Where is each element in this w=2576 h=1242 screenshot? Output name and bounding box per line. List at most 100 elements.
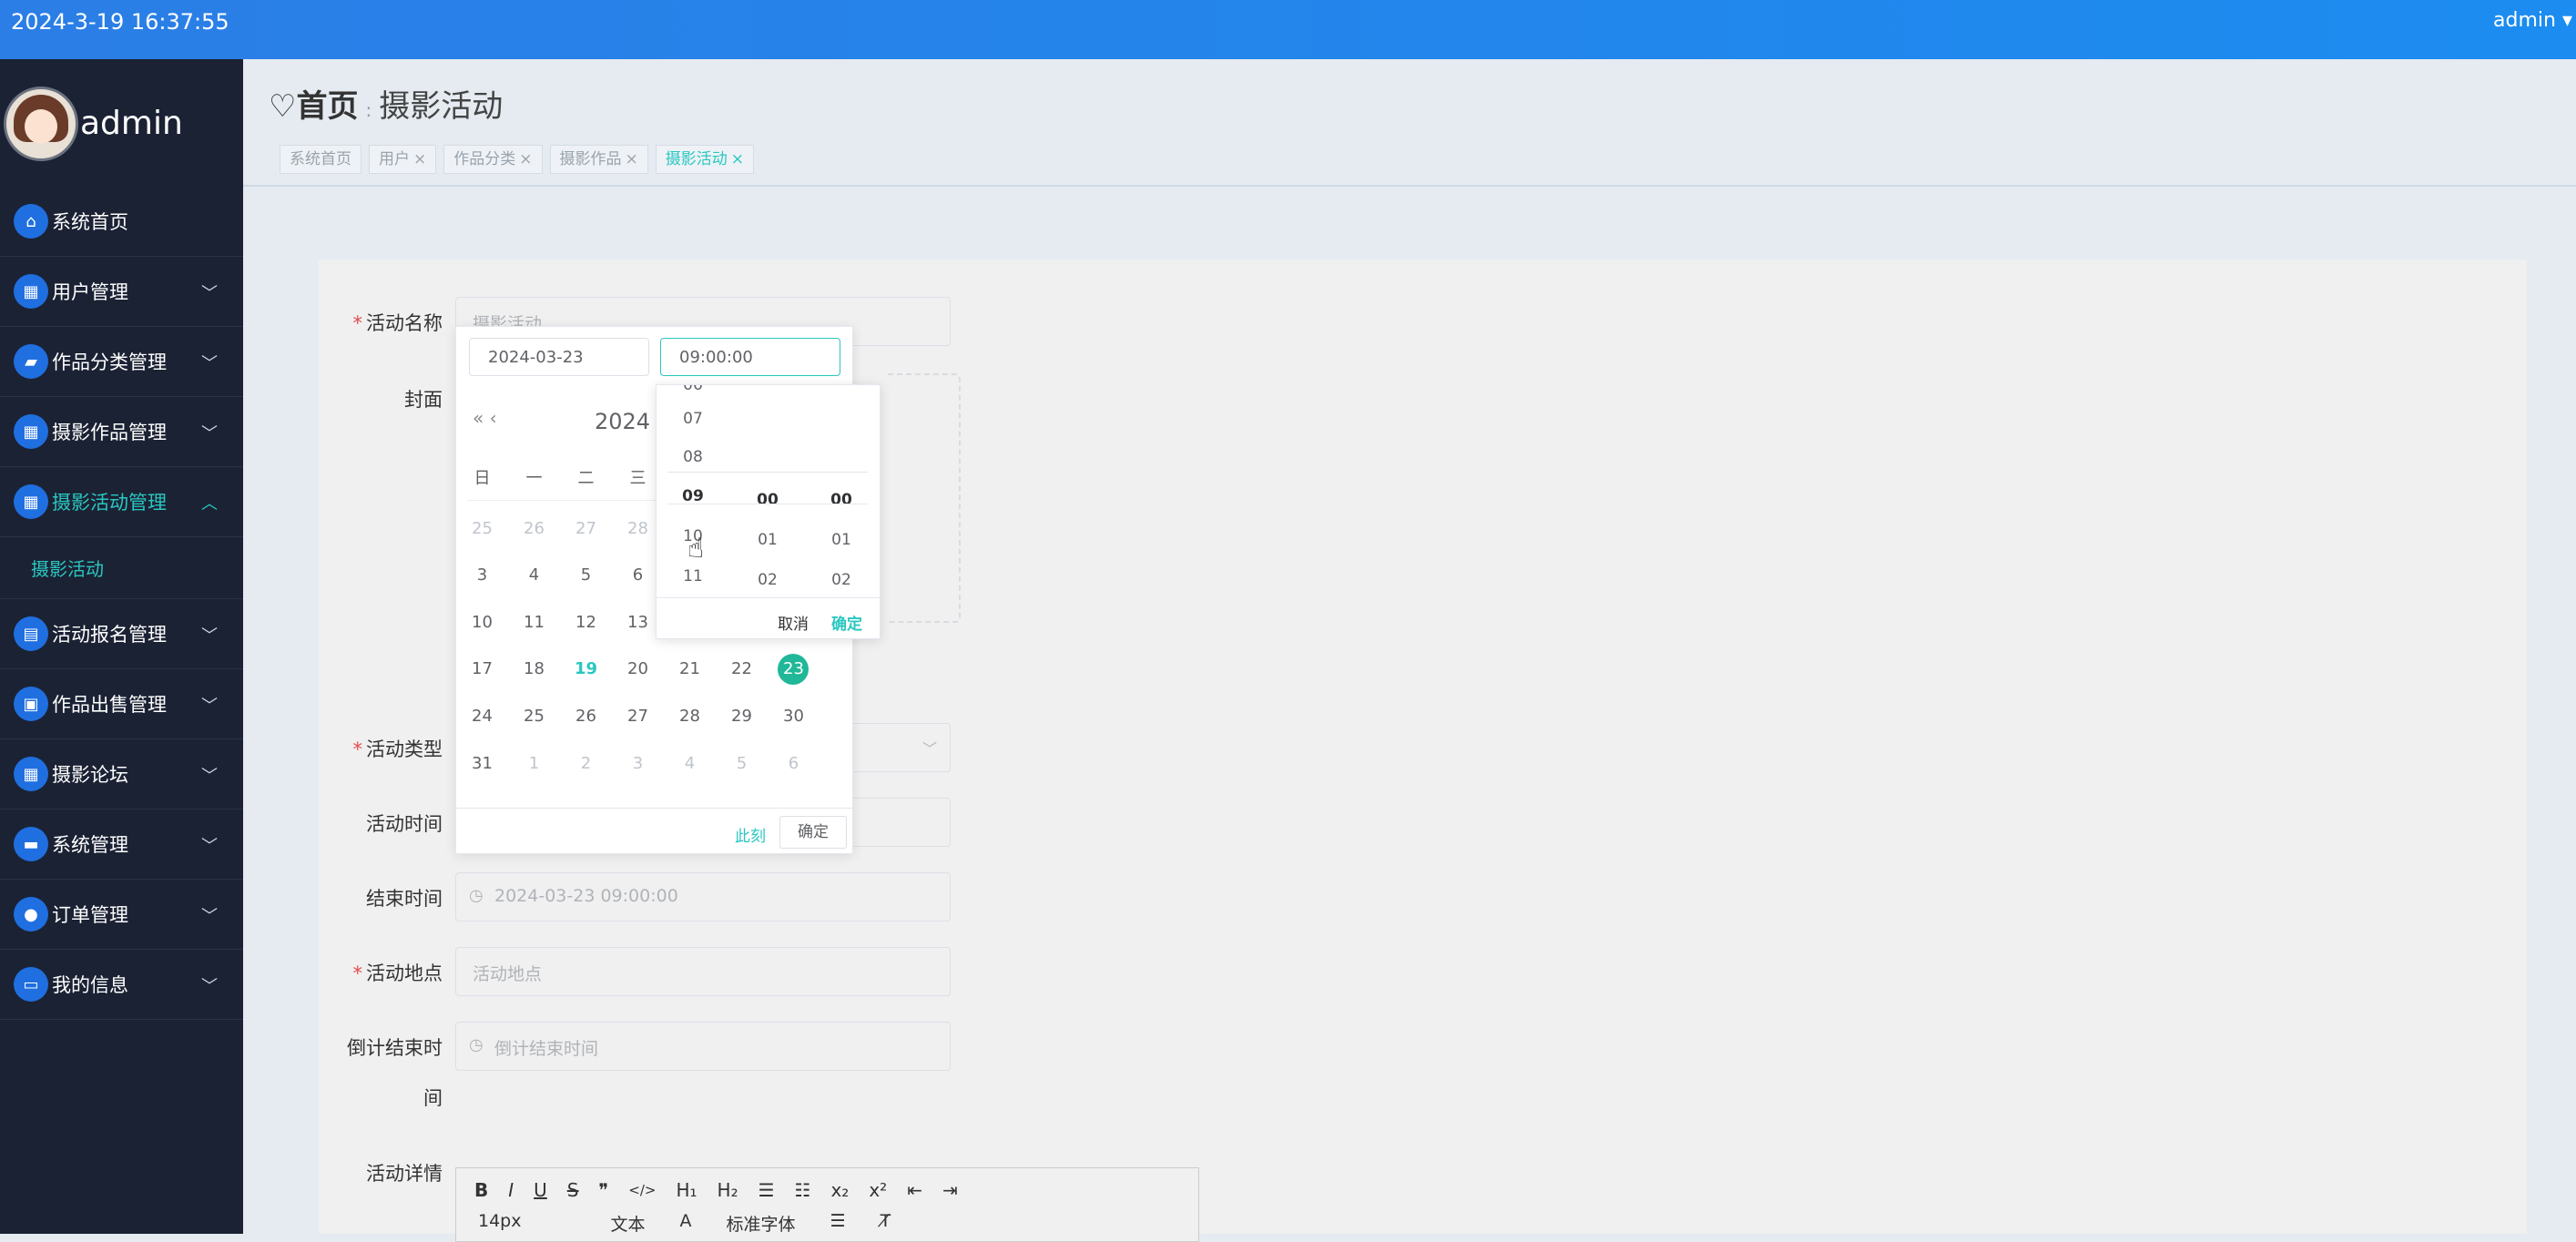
time-input-active[interactable]: 09:00:00 xyxy=(660,338,840,376)
day-cell[interactable]: 29 xyxy=(716,703,768,730)
day-cell[interactable]: 5 xyxy=(560,562,612,589)
hour-option[interactable]: 07 xyxy=(657,410,729,428)
countdown-input[interactable]: ◷ 倒计结束时间 xyxy=(455,1022,951,1071)
sidebar-subitem-activity[interactable]: 摄影活动 xyxy=(0,537,243,599)
day-cell[interactable]: 24 xyxy=(456,703,508,730)
day-cell[interactable]: 5 xyxy=(716,750,768,778)
align-icon[interactable]: ☰ xyxy=(830,1211,846,1236)
day-cell[interactable]: 3 xyxy=(456,562,508,589)
tab-users[interactable]: 用户 × xyxy=(369,145,437,174)
quote-button[interactable]: ❞ xyxy=(599,1179,609,1201)
h1-button[interactable]: H₁ xyxy=(676,1179,697,1201)
cover-upload[interactable] xyxy=(888,373,961,623)
tab-activities[interactable]: 摄影活动 × xyxy=(655,145,754,174)
day-cell[interactable]: 26 xyxy=(508,515,560,543)
sidebar-item-home[interactable]: ⌂ 系统首页 xyxy=(0,187,243,257)
clear-format-icon[interactable]: T̸ xyxy=(881,1211,891,1236)
day-cell-selected[interactable]: 23 xyxy=(768,654,820,685)
subscript-button[interactable]: x₂ xyxy=(830,1179,849,1201)
second-option-selected[interactable]: 00 xyxy=(805,491,878,509)
font-family-select[interactable]: 标准字体 xyxy=(727,1211,796,1236)
sidebar-item-categories[interactable]: ▰ 作品分类管理 ﹀ xyxy=(0,327,243,397)
end-time-input[interactable]: ◷ 2024-03-23 09:00:00 xyxy=(455,872,951,921)
day-cell[interactable]: 25 xyxy=(508,703,560,730)
user-menu[interactable]: admin ▾ xyxy=(2493,9,2572,32)
indent-button[interactable]: ⇥ xyxy=(942,1179,958,1201)
second-option[interactable]: 02 xyxy=(805,571,878,589)
day-cell[interactable]: 11 xyxy=(508,609,560,636)
chevron-down-icon: ﹀ xyxy=(201,697,218,716)
day-cell[interactable]: 1 xyxy=(508,750,560,778)
tab-works[interactable]: 摄影作品 × xyxy=(549,145,648,174)
sidebar-item-label: 摄影论坛 xyxy=(52,764,128,786)
sidebar-item-forum[interactable]: ▦ 摄影论坛 ﹀ xyxy=(0,739,243,809)
bold-button[interactable]: B xyxy=(474,1179,488,1201)
italic-button[interactable]: I xyxy=(508,1179,514,1201)
strike-button[interactable]: S xyxy=(567,1179,579,1201)
day-cell[interactable]: 2 xyxy=(560,750,612,778)
prev-year-month-icon[interactable]: « ‹ xyxy=(473,407,497,429)
date-input[interactable]: 2024-03-23 xyxy=(469,338,649,376)
close-icon[interactable]: × xyxy=(519,150,532,168)
sidebar-item-users[interactable]: ▦ 用户管理 ﹀ xyxy=(0,257,243,327)
day-cell[interactable]: 21 xyxy=(664,656,716,683)
day-cell[interactable]: 4 xyxy=(508,562,560,589)
day-cell[interactable]: 10 xyxy=(456,609,508,636)
time-cancel-button[interactable]: 取消 xyxy=(778,611,809,634)
minute-option-selected[interactable]: 00 xyxy=(731,491,804,509)
day-cell[interactable]: 3 xyxy=(612,750,664,778)
time-confirm-button[interactable]: 确定 xyxy=(831,611,862,634)
sidebar-item-orders[interactable]: ● 订单管理 ﹀ xyxy=(0,880,243,950)
hour-option-selected[interactable]: 09 xyxy=(657,487,729,505)
font-size-select[interactable]: 14px xyxy=(478,1211,521,1236)
day-cell[interactable]: 31 xyxy=(456,750,508,778)
day-cell[interactable]: 28 xyxy=(664,703,716,730)
now-button[interactable]: 此刻 xyxy=(735,823,766,846)
outdent-button[interactable]: ⇤ xyxy=(907,1179,922,1201)
h2-button[interactable]: H₂ xyxy=(718,1179,738,1201)
day-cell-today[interactable]: 19 xyxy=(560,656,612,683)
ordered-list-button[interactable]: ☰ xyxy=(759,1179,775,1201)
day-cell[interactable]: 6 xyxy=(768,750,820,778)
font-color-icon[interactable]: A xyxy=(680,1211,692,1236)
hour-option[interactable]: 06 xyxy=(657,385,729,394)
day-cell[interactable]: 18 xyxy=(508,656,560,683)
day-cell[interactable]: 26 xyxy=(560,703,612,730)
sidebar-item-my-info[interactable]: ▭ 我的信息 ﹀ xyxy=(0,950,243,1020)
hour-option[interactable]: 08 xyxy=(657,448,729,466)
day-cell[interactable]: 30 xyxy=(768,703,820,730)
second-option[interactable]: 01 xyxy=(805,531,878,549)
minute-option[interactable]: 01 xyxy=(731,531,804,549)
day-cell[interactable]: 27 xyxy=(612,703,664,730)
close-icon[interactable]: × xyxy=(626,150,638,168)
rich-text-editor[interactable]: B I U S ❞ </> H₁ H₂ ☰ ☷ x₂ x² ⇤ ⇥ 14px 文… xyxy=(455,1167,1199,1242)
day-cell[interactable]: 12 xyxy=(560,609,612,636)
day-cell[interactable]: 22 xyxy=(716,656,768,683)
minute-option[interactable]: 02 xyxy=(731,571,804,589)
sidebar-item-system[interactable]: ▬ 系统管理 ﹀ xyxy=(0,809,243,880)
day-cell[interactable]: 27 xyxy=(560,515,612,543)
day-cell[interactable]: 25 xyxy=(456,515,508,543)
sidebar-item-activities[interactable]: ▦ 摄影活动管理 ︿ xyxy=(0,467,243,537)
tab-categories[interactable]: 作品分类 × xyxy=(443,145,543,174)
tab-home[interactable]: 系统首页 xyxy=(280,145,361,174)
code-button[interactable]: </> xyxy=(628,1182,656,1198)
sidebar-item-works[interactable]: ▦ 摄影作品管理 ﹀ xyxy=(0,397,243,467)
sidebar-item-registrations[interactable]: ▤ 活动报名管理 ﹀ xyxy=(0,599,243,669)
hour-option[interactable]: 11 xyxy=(657,567,729,585)
superscript-button[interactable]: x² xyxy=(869,1179,887,1201)
text-style-select[interactable]: 文本 xyxy=(610,1211,645,1236)
bullet-list-button[interactable]: ☷ xyxy=(795,1179,811,1201)
breadcrumb-home[interactable]: 首页 xyxy=(296,88,358,125)
chevron-down-icon: ﹀ xyxy=(201,354,218,373)
day-cell[interactable]: 17 xyxy=(456,656,508,683)
underline-button[interactable]: U xyxy=(534,1179,547,1201)
sidebar-item-sales[interactable]: ▣ 作品出售管理 ﹀ xyxy=(0,669,243,739)
close-icon[interactable]: × xyxy=(413,150,426,168)
date-confirm-button[interactable]: 确定 xyxy=(779,816,847,849)
location-input[interactable]: 活动地点 xyxy=(455,947,951,996)
day-cell[interactable]: 4 xyxy=(664,750,716,778)
hand-cursor-icon: ☝ xyxy=(687,533,705,565)
day-cell[interactable]: 20 xyxy=(612,656,664,683)
close-icon[interactable]: × xyxy=(731,150,744,168)
